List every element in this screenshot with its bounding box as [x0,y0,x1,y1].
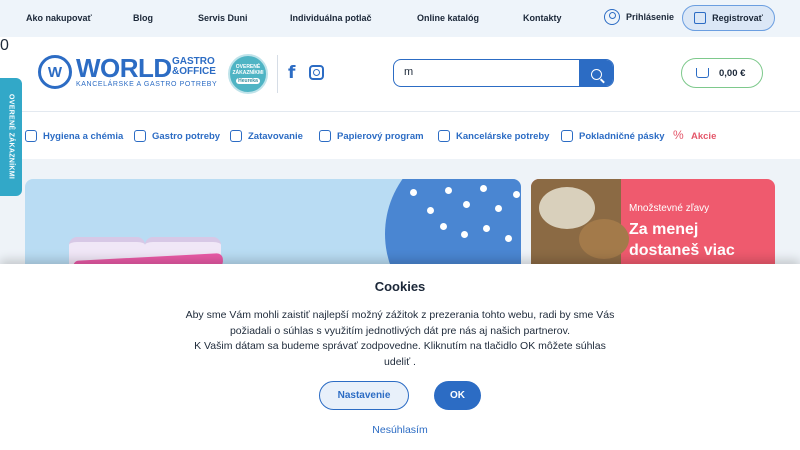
cutlery-icon [134,130,146,142]
decorative-dot [463,201,470,208]
badge-line2: ZÁKAZNÍKMI [232,70,264,76]
decorative-dot [427,207,434,214]
cookie-decline-link: Nesúhlasím [0,424,800,436]
stapler-icon [438,130,450,142]
link-online-catalog[interactable]: Online katalóg [417,13,479,23]
category-gastro[interactable]: Gastro potreby [134,130,220,142]
decorative-dot [410,189,417,196]
cart-icon [696,68,709,78]
edit-icon [694,12,707,24]
cookie-text-line: Aby sme Vám mohli zaistiť najlepší možný… [185,309,615,321]
promo-title-line1: Za menej [629,221,699,238]
link-how-to-buy[interactable]: Ako nakupovať [26,13,92,23]
divider [277,55,278,93]
login-label: Prihlásenie [626,12,675,22]
search-box [393,59,614,87]
promo-subtitle: Množstevné zľavy [629,203,710,214]
category-hygiena[interactable]: Hygiena a chémia [25,130,123,142]
category-label: Akcie [691,130,717,142]
decorative-dot [495,205,502,212]
promo-title: Za menej dostaneš viac [629,219,735,261]
category-label: Papierový program [337,130,424,142]
category-label: Kancelárske potreby [456,130,550,142]
food-bowl-image [579,219,629,259]
cookie-text-line: požiadali o súhlas s využitím jednotlivý… [229,324,571,337]
heureka-badge[interactable]: OVERENÉ ZÁKAZNÍKMI Heureka [228,54,268,94]
user-icon [604,9,620,25]
food-bowl-image [539,187,595,229]
facebook-icon[interactable]: f [288,63,295,83]
category-label: Gastro potreby [152,130,221,142]
category-akcie[interactable]: Akcie [673,128,717,142]
cookie-settings-button[interactable]: Nastavenie [319,381,409,410]
category-label: Zatavovanie [248,130,303,142]
percent-icon [673,128,685,142]
cart-button[interactable]: 0,00 € [681,58,763,88]
side-tab-label: OVERENÉ ZÁKAZNÍKMI [7,94,15,180]
category-label: Pokladničné pásky [579,130,665,142]
register-button[interactable]: Registrovať [682,5,775,31]
link-individual-print[interactable]: Individuálna potlač [290,13,372,23]
top-bar: Ako nakupovať Blog Servis Duni Individuá… [0,0,800,37]
brand-tag-office: &OFFICE [172,66,216,77]
logo-icon[interactable]: W [38,55,72,89]
hero-banner[interactable] [25,179,521,269]
badge-source: Heureka [236,78,260,84]
decorative-dot [480,185,487,192]
decorative-blob [385,179,521,269]
decorative-dot [513,191,520,198]
paper-cup-icon [319,130,331,142]
decorative-dot [505,235,512,242]
brand-subtitle: KANCELÁRSKE A GASTRO POTREBY [76,81,218,88]
header: W WORLD GASTRO &OFFICE KANCELÁRSKE A GAS… [0,37,800,111]
cookie-text-line: K Vašim dátam sa budeme správať zodpoved… [194,340,606,352]
cookie-consent-dialog: Cookies Aby sme Vám mohli zaistiť najlep… [0,264,800,450]
receipt-icon [561,130,573,142]
category-label: Hygiena a chémia [43,130,124,142]
search-input[interactable] [404,66,574,78]
decorative-dot [440,223,447,230]
decorative-dot [445,187,452,194]
login-link[interactable]: Prihlásenie [604,9,674,25]
category-nav: Hygiena a chémia Gastro potreby Zatavova… [0,111,800,159]
promo-banner[interactable]: Množstevné zľavy Za menej dostaneš viac [531,179,775,269]
cookie-text: Aby sme Vám mohli zaistiť najlepší možný… [160,308,640,370]
decorative-dot [461,231,468,238]
link-contacts[interactable]: Kontakty [523,13,562,23]
link-blog[interactable]: Blog [133,13,153,23]
search-icon [590,68,602,80]
link-servis-duni[interactable]: Servis Duni [198,13,248,23]
cookie-title: Cookies [374,279,426,294]
search-button[interactable] [579,60,613,86]
brand-tag: GASTRO &OFFICE [172,57,216,77]
register-label: Registrovať [712,13,763,23]
cookie-text-line: udeliť . [384,355,416,368]
promo-title-line2: dostaneš viac [629,242,735,259]
cookie-ok-button[interactable]: OK [434,381,481,410]
brand-logo[interactable]: WORLD GASTRO &OFFICE KANCELÁRSKE A GASTR… [76,55,218,88]
verified-side-tab[interactable]: OVERENÉ ZÁKAZNÍKMI [0,78,22,196]
decorative-dot [483,225,490,232]
instagram-icon[interactable] [309,65,324,80]
category-pokladnicne[interactable]: Pokladničné pásky [561,130,665,142]
category-zatavovanie[interactable]: Zatavovanie [230,130,303,142]
spray-icon [25,130,37,142]
category-kancelarske[interactable]: Kancelárske potreby [438,130,549,142]
cart-total: 0,00 € [719,67,746,79]
laminator-icon [230,130,242,142]
cookie-decline-label[interactable]: Nesúhlasím [372,424,427,436]
category-papierovy[interactable]: Papierový program [319,130,424,142]
